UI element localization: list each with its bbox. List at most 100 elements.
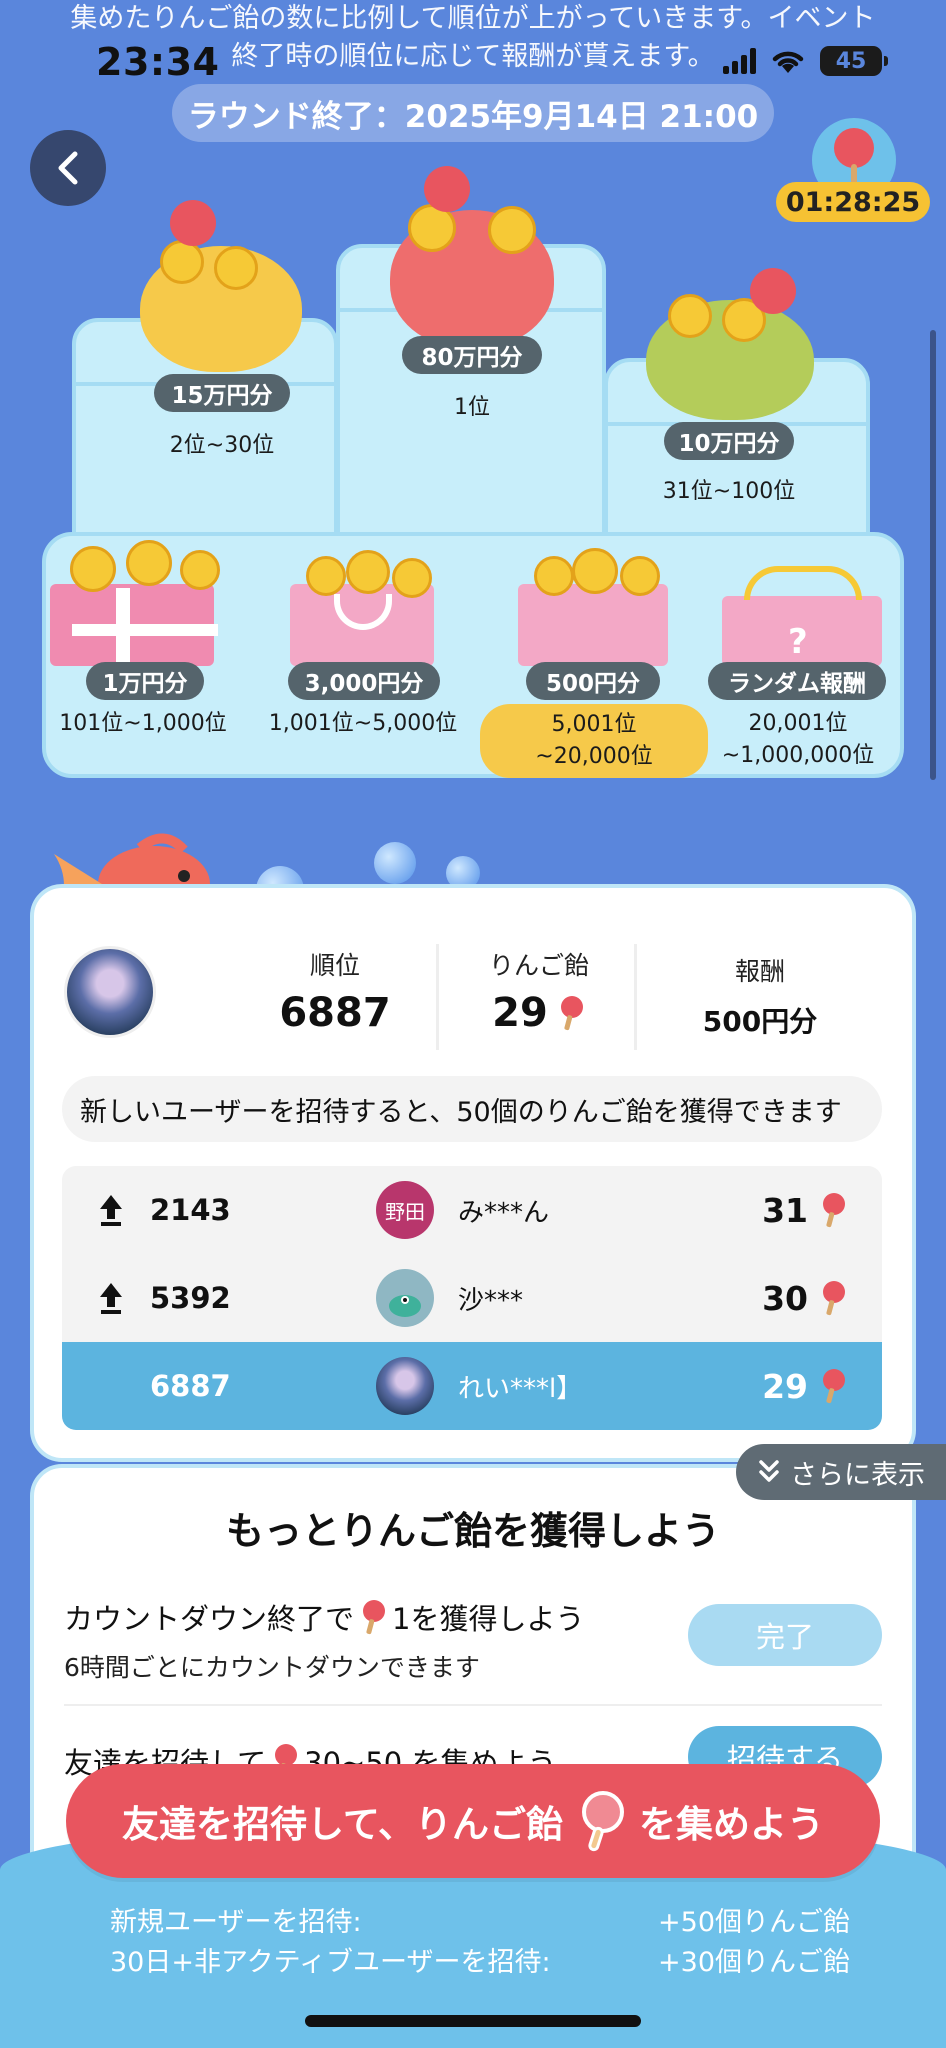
stat-reward: 報酬 500円分 [650,952,870,1040]
candy-apple-icon [170,200,216,246]
avatar: 野田 [376,1181,434,1239]
leaderboard-rank: 5392 [150,1281,231,1315]
leaderboard-rank: 6887 [150,1369,231,1403]
signal-icon [723,48,756,74]
candy-apple-icon [823,1193,845,1228]
cta-suffix: を集めよう [639,1803,825,1846]
bonus-new-user: 新規ユーザーを招待: +50個りんご飴 [110,1900,850,1939]
candy-apple-icon [823,1281,845,1316]
scrollbar[interactable] [930,330,936,780]
chevron-left-icon [58,151,78,185]
arrow-up-icon [100,1283,122,1314]
bonus-new-user-label: 新規ユーザーを招待: [110,1907,362,1938]
leaderboard-count: 31 [762,1190,808,1230]
coin-icon [572,548,618,594]
wifi-icon [772,51,804,73]
rank-range-tier-1: 101位~1,000位 [59,711,227,736]
arrow-up-icon [100,1195,122,1226]
candy-apple-icon [750,268,796,314]
show-more-button[interactable]: さらに表示 [736,1444,946,1500]
coin-icon [534,556,574,596]
leaderboard-name: れい***l】 [458,1373,583,1404]
gift-bow-icon [744,566,862,600]
prize-label-tier-3: 500円分 [526,662,660,700]
ribbon-icon [72,624,218,636]
leaderboard-row[interactable]: 5392 沙*** 30 [62,1254,882,1342]
avatar [376,1269,434,1327]
rank-range-tier-4-line2: ~1,000,000位 [721,743,875,768]
status-icons: 45 [723,46,888,76]
back-button[interactable] [30,130,106,206]
rank-range-second: 2位~30位 [169,433,275,458]
earn-title: もっとりんご飴を獲得しよう [225,1509,720,1553]
question-mark-icon: ? [788,622,808,662]
candy-apple-icon [582,1791,625,1852]
prize-label-first: 80万円分 [402,336,542,374]
rank-range-tier-4-line1: 20,001位 [748,711,848,736]
bonus-inactive-user: 30日+非アクティブユーザーを招待: +30個りんご飴 [110,1940,850,1979]
leaderboard-name: 沙*** [458,1285,524,1316]
prize-label-third: 10万円分 [664,422,794,460]
invite-note: 新しいユーザーを招待すると、50個のりんご飴を獲得できます [62,1076,882,1142]
rank-range-first: 1位 [454,395,490,420]
rank-range-tier-2: 1,001位~5,000位 [268,711,458,736]
leaderboard-name: み***ん [458,1197,550,1228]
bonus-inactive-label: 30日+非アクティブユーザーを招待: [110,1947,551,1978]
coin-icon [126,540,172,586]
prize-label-second: 15万円分 [154,374,290,412]
coin-icon [70,546,116,592]
monster-avatar-icon [389,1295,421,1317]
stat-candy-label: りんご飴 [488,951,589,980]
coin-icon [160,240,204,284]
coin-icon [620,556,660,596]
prize-label-tier-4: ランダム報酬 [708,662,886,700]
leaderboard: 2143 野田 み***ん 31 5392 沙*** 30 6887 れい***… [62,1166,882,1430]
task-divider [64,1704,882,1706]
task-countdown-sub: 6時間ごとにカウントダウンできます [64,1653,480,1682]
status-time: 23:34 [96,40,220,84]
cta-prefix: 友達を招待して、りんご飴 [121,1803,564,1846]
task-done-button[interactable]: 完了 [688,1604,882,1666]
stat-rank-label: 順位 [309,951,360,980]
rank-range-tier-3-highlight: 5,001位 ~20,000位 [480,704,708,778]
bubble-icon [374,842,416,884]
round-end-banner: ラウンド終了：2025年9月14日 21:00 [172,84,774,142]
prize-label-tier-1: 1万円分 [86,662,204,700]
coin-icon [306,556,346,596]
bonus-inactive-value: +30個りんご飴 [658,1947,850,1978]
stat-rank: 順位 6887 [248,946,422,1036]
invite-cta-button[interactable]: 友達を招待して、りんご飴 を集めよう [66,1764,880,1878]
task-countdown-suffix: 1を獲得しよう [392,1602,585,1636]
rank-range-tier-4: 20,001位 ~1,000,000位 [710,708,886,772]
task-countdown-prefix: カウントダウン終了で [64,1602,355,1636]
stat-divider [634,944,637,1050]
coin-icon [488,206,536,254]
candy-apple-icon [823,1369,845,1404]
rank-range-third: 31位~100位 [662,479,796,504]
stat-reward-value: 500円分 [702,1005,818,1038]
avatar [376,1357,434,1415]
home-indicator[interactable] [305,2015,641,2027]
coin-icon [668,294,712,338]
countdown-timer: 01:28:25 [776,182,930,222]
candy-apple-icon [560,996,583,1031]
battery-icon: 45 [820,46,888,76]
coin-icon [180,550,220,590]
stat-reward-label: 報酬 [734,957,785,986]
rank-range-tier-3-line2: ~20,000位 [535,744,653,769]
bonus-new-user-value: +50個りんご飴 [658,1907,850,1938]
stat-candy: りんご飴 29 [452,946,626,1036]
coin-icon [392,558,432,598]
leaderboard-row-me[interactable]: 6887 れい***l】 29 [62,1342,882,1430]
prize-label-tier-2: 3,000円分 [288,662,440,700]
chevron-double-down-icon [759,1460,779,1482]
rank-range-tier-3-line1: 5,001位 [551,712,637,737]
leaderboard-rank: 2143 [150,1193,231,1227]
candy-apple-icon [363,1600,386,1635]
leaderboard-row[interactable]: 2143 野田 み***ん 31 [62,1166,882,1254]
open-box-icon [518,584,668,666]
leaderboard-count: 29 [762,1366,808,1406]
coin-icon [214,246,258,290]
leaderboard-count: 30 [762,1278,808,1318]
coin-icon [346,550,390,594]
